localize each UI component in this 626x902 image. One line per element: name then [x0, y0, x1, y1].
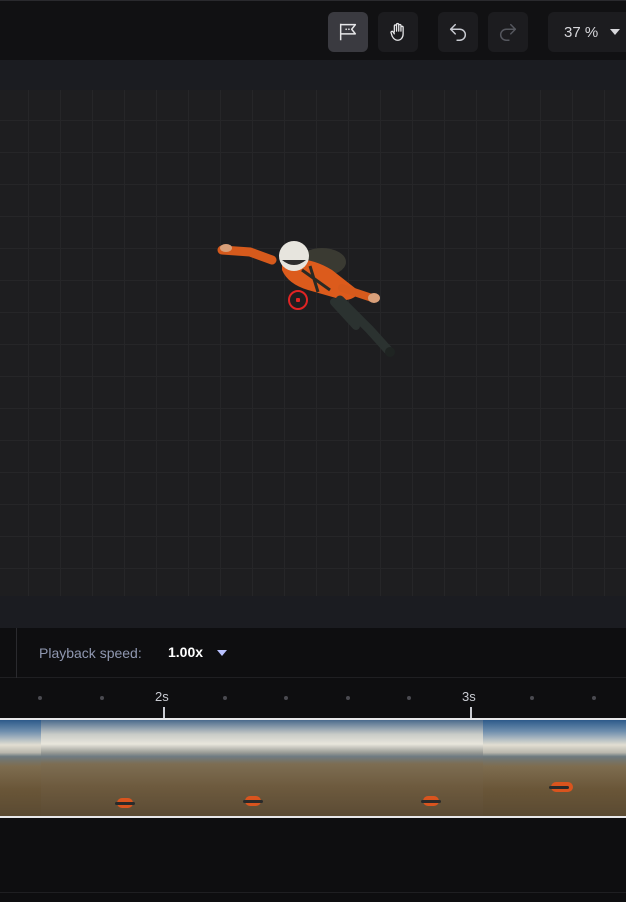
video-filmstrip[interactable]: [0, 718, 626, 818]
playback-speed-label: Playback speed:: [39, 645, 142, 661]
chevron-down-icon[interactable]: [217, 650, 227, 656]
annotate-tool-button[interactable]: [328, 12, 368, 52]
flag-chat-icon: [339, 23, 357, 41]
ruler-dot: [223, 696, 227, 700]
undo-icon: [449, 23, 466, 41]
divider: [0, 892, 626, 893]
divider: [16, 628, 17, 678]
timeline-track-area: [0, 818, 626, 902]
tick-mark: [163, 707, 165, 718]
ruler-dot: [38, 696, 42, 700]
ruler-dot: [407, 696, 411, 700]
video-frame-thumbnail: [0, 720, 41, 816]
skydiver-image: [217, 241, 395, 357]
playback-speed-value[interactable]: 1.00x: [168, 644, 203, 660]
tick-label-3s: 3s: [462, 689, 476, 704]
skydiver-thumbnail: [549, 782, 573, 792]
skydiver-thumbnail: [421, 796, 441, 806]
ruler-dot: [284, 696, 288, 700]
timeline-ruler[interactable]: 2s 3s: [0, 678, 626, 718]
zoom-dropdown[interactable]: 37 %: [548, 12, 626, 52]
undo-button[interactable]: [438, 12, 478, 52]
hand-icon: [390, 22, 404, 41]
tick-mark: [470, 707, 472, 718]
ruler-dot: [100, 696, 104, 700]
tick-label-2s: 2s: [155, 689, 169, 704]
redo-button[interactable]: [488, 12, 528, 52]
video-frame-thumbnail: [41, 720, 173, 816]
ruler-dot: [530, 696, 534, 700]
target-circle-icon[interactable]: [288, 290, 308, 310]
zoom-value: 37 %: [564, 23, 599, 41]
canvas-bottom-margin: [0, 596, 626, 628]
top-toolbar: 37 %: [0, 0, 626, 60]
pan-tool-button[interactable]: [378, 12, 418, 52]
redo-icon: [500, 23, 517, 41]
ruler-dot: [592, 696, 596, 700]
skydiver-thumbnail: [115, 798, 135, 808]
ruler-dot: [346, 696, 350, 700]
playback-bar: Playback speed: 1.00x: [0, 628, 626, 678]
chevron-down-icon: [610, 29, 620, 35]
video-frame-thumbnail: [173, 720, 351, 816]
skydiver-thumbnail: [243, 796, 263, 806]
video-frame-thumbnail: [351, 720, 483, 816]
video-frame-thumbnail: [483, 720, 626, 816]
